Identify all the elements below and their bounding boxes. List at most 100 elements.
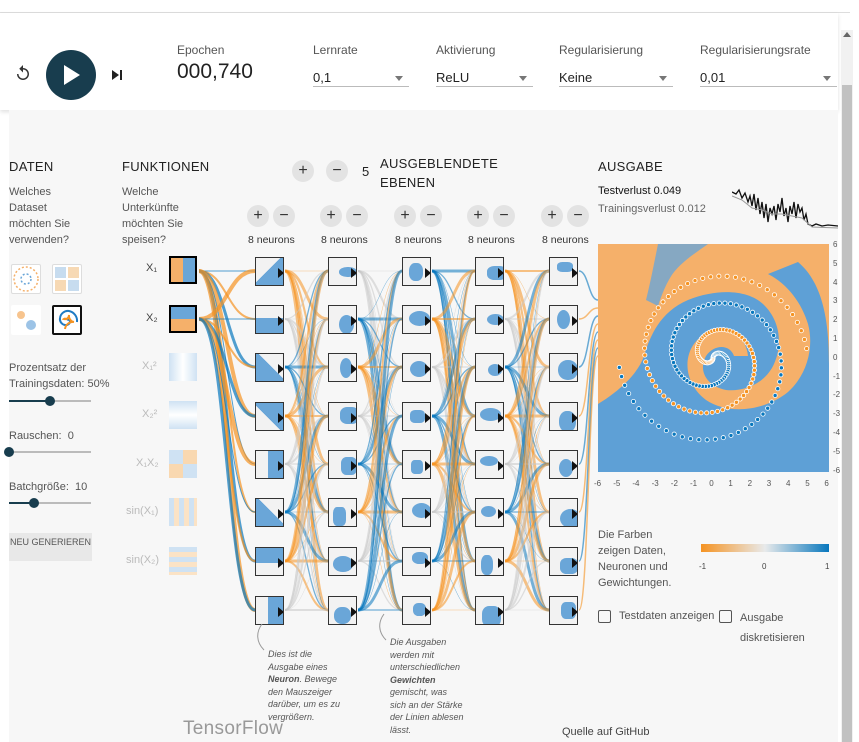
neuron[interactable] [549,450,578,479]
y-tick: -1 [833,371,841,381]
data-point [709,409,715,415]
neuron-output-icon [425,461,430,471]
weight-note-line: lässt. [390,724,412,735]
neuron[interactable] [255,353,284,382]
neuron[interactable] [255,305,284,334]
weight-link[interactable] [578,347,599,562]
neuron[interactable] [475,498,504,527]
color-legend-text: Die Farben zeigen Daten, Neuronen und Ge… [598,529,672,589]
neuron[interactable] [402,596,431,625]
discretize-checkbox[interactable] [719,610,732,623]
data-point [685,281,691,287]
neuron-output-icon [351,268,356,278]
neuron[interactable] [328,450,357,479]
data-point [672,330,678,336]
neuron-output-icon [351,413,356,423]
neuron-output-icon [498,268,503,278]
neuron[interactable] [402,498,431,527]
add-neuron-button[interactable]: + [541,205,563,227]
weight-note-line: der Linien ablesen [390,712,464,722]
data-point [622,382,628,388]
neuron[interactable] [549,353,578,382]
neuron[interactable] [402,305,431,334]
neuron[interactable] [549,596,578,625]
neuron[interactable] [402,450,431,479]
neuron-output-icon [425,509,430,519]
weight-note-line: werden mit [390,649,435,660]
neuron[interactable] [475,257,504,286]
data-point [751,372,757,378]
neuron[interactable] [328,257,357,286]
data-point [663,428,669,434]
neuron[interactable] [255,498,284,527]
x-tick: -4 [632,479,640,488]
data-point [777,379,783,385]
github-link[interactable]: Quelle auf GitHub [562,726,649,738]
remove-neuron-button[interactable]: − [493,205,515,227]
add-neuron-button[interactable]: + [394,205,416,227]
neuron[interactable] [475,547,504,576]
neuron[interactable] [255,596,284,625]
neuron[interactable] [475,305,504,334]
neuron[interactable] [328,402,357,431]
neuron[interactable] [475,402,504,431]
train-loss-value: 0.012 [678,203,706,215]
tensorflow-brand[interactable]: TensorFlow [183,718,283,740]
data-point [704,410,710,416]
remove-neuron-button[interactable]: − [420,205,442,227]
y-tick: -2 [833,390,841,400]
neuron[interactable] [328,547,357,576]
data-point [794,319,800,325]
neuron[interactable] [402,547,431,576]
remove-neuron-button[interactable]: − [567,205,589,227]
data-point [692,278,698,284]
data-point [737,396,743,402]
neuron[interactable] [549,498,578,527]
neuron-output-icon [351,461,356,471]
neuron-output-icon [351,558,356,568]
y-tick: 5 [833,258,838,268]
neuron[interactable] [328,498,357,527]
neuron[interactable] [475,450,504,479]
data-point [751,367,757,373]
data-point [669,343,675,349]
neuron[interactable] [549,402,578,431]
neuron[interactable] [475,596,504,625]
add-neuron-button[interactable]: + [467,205,489,227]
remove-neuron-button[interactable]: − [273,205,295,227]
neuron[interactable] [549,305,578,334]
y-tick: -4 [833,428,841,437]
remove-neuron-button[interactable]: − [346,205,368,227]
add-neuron-button[interactable]: + [247,205,269,227]
weight-link[interactable] [198,318,256,562]
neuron[interactable] [328,596,357,625]
y-tick: -6 [833,465,841,475]
neuron[interactable] [328,305,357,334]
train-loss-label: Trainingsverlust [598,203,676,215]
data-point [616,364,622,370]
show-test-checkbox[interactable] [598,610,611,623]
weight-note-line: gemischt, was [390,687,448,697]
neuron[interactable] [549,257,578,286]
neuron[interactable] [549,547,578,576]
weight-link[interactable] [578,270,599,301]
neuron[interactable] [402,353,431,382]
data-point [746,385,752,391]
neuron[interactable] [402,402,431,431]
neuron-output-icon [278,268,283,278]
neuron[interactable] [255,402,284,431]
neuron-output-icon [278,461,283,471]
neuron[interactable] [255,450,284,479]
neuron[interactable] [475,353,504,382]
data-point [645,324,651,330]
data-point [771,292,777,298]
test-loss-label: Testverlust [598,185,651,197]
neuron-output-icon [572,316,577,326]
neuron[interactable] [255,257,284,286]
neuron[interactable] [328,353,357,382]
neuron[interactable] [402,257,431,286]
add-neuron-button[interactable]: + [320,205,342,227]
data-point [626,391,632,397]
data-point [749,350,755,356]
neuron[interactable] [255,547,284,576]
